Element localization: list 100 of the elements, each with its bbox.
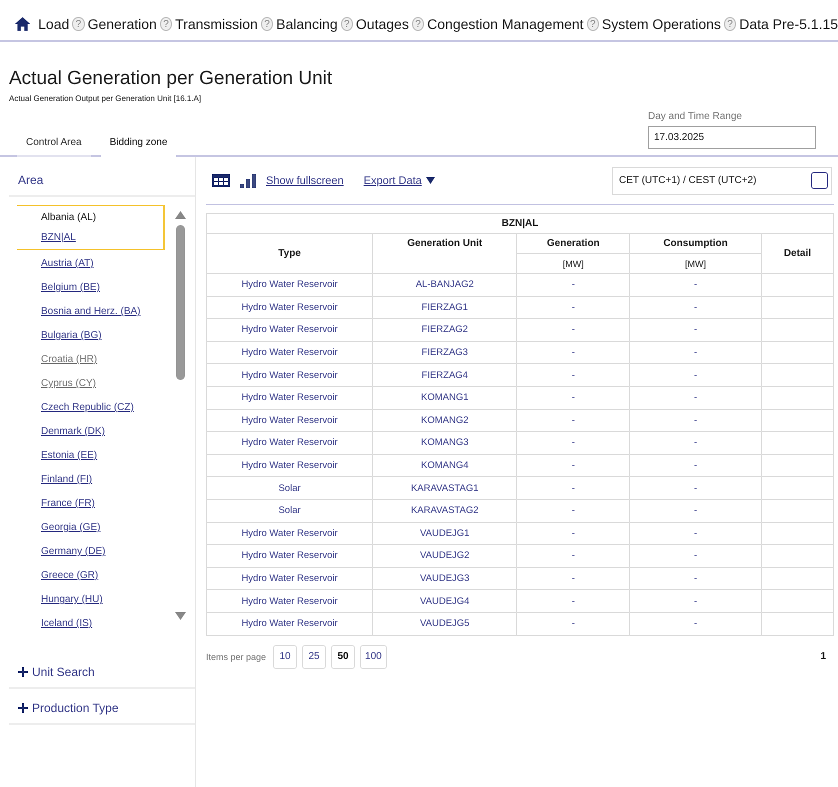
table-cell: - — [516, 499, 630, 522]
table-cell: - — [516, 476, 630, 500]
table-cell: - — [630, 318, 762, 342]
nav-link[interactable]: Data Pre-5.1.15 — [739, 16, 838, 32]
table-cell: - — [516, 318, 630, 342]
table-cell: - — [630, 544, 762, 568]
table-cell: - — [630, 522, 762, 545]
area-link[interactable]: Czech Republic (CZ) — [41, 402, 173, 413]
table-cell: Hydro Water Reservoir — [206, 274, 373, 296]
table-cell: VAUDEJG4 — [372, 590, 517, 612]
nav-link[interactable]: Load — [38, 16, 70, 32]
table-cell: Hydro Water Reservoir — [206, 590, 373, 612]
table-cell: - — [630, 454, 762, 477]
table-cell: Hydro Water Reservoir — [206, 364, 373, 386]
items-per-page-label: Items per page — [206, 652, 266, 662]
timezone-checkbox[interactable] — [811, 172, 828, 189]
fullscreen-link[interactable]: Show fullscreen — [266, 174, 344, 186]
table-cell: - — [516, 522, 630, 545]
timezone-label: CET (UTC+1) / CEST (UTC+2) — [619, 175, 756, 186]
table-cell: - — [516, 296, 630, 319]
table-cell: - — [516, 612, 630, 635]
area-link[interactable]: Greece (GR) — [41, 570, 173, 581]
column-header: Generation Unit — [372, 234, 517, 274]
table-cell: - — [516, 454, 630, 477]
nav-link[interactable]: System Operations — [602, 16, 721, 32]
area-link[interactable]: Georgia (GE) — [41, 522, 173, 533]
table-cell: FIERZAG4 — [372, 364, 517, 386]
area-link[interactable]: Finland (FI) — [41, 474, 173, 485]
page-size-button[interactable]: 50 — [331, 644, 356, 668]
date-range-label: Day and Time Range — [648, 111, 743, 122]
home-icon[interactable] — [14, 15, 32, 33]
export-data-link[interactable]: Export Data — [364, 174, 435, 186]
area-link[interactable]: Bulgaria (BG) — [41, 330, 173, 341]
table-cell: FIERZAG3 — [372, 341, 517, 364]
area-link[interactable]: Belgium (BE) — [41, 282, 173, 293]
area-link[interactable]: France (FR) — [41, 498, 173, 509]
table-cell: Hydro Water Reservoir — [206, 318, 373, 342]
nav-link[interactable]: Generation — [88, 16, 157, 32]
area-link[interactable]: Germany (DE) — [41, 546, 173, 557]
table-cell: Hydro Water Reservoir — [206, 522, 373, 545]
table-cell: - — [516, 544, 630, 568]
area-link[interactable]: Austria (AT) — [41, 258, 173, 269]
nav-link[interactable]: Transmission — [175, 16, 258, 32]
table-cell: AL-BANJAG2 — [372, 274, 517, 296]
table-cell: - — [516, 386, 630, 410]
area-tab[interactable]: Bidding zone — [100, 137, 176, 157]
table-cell: - — [516, 341, 630, 364]
table-cell: Hydro Water Reservoir — [206, 612, 373, 635]
table-cell: VAUDEJG3 — [372, 567, 517, 590]
selected-area[interactable]: Albania (AL) BZN|AL — [17, 205, 165, 250]
table-cell: Hydro Water Reservoir — [206, 341, 373, 364]
table-cell: - — [630, 341, 762, 364]
caret-icon — [426, 177, 435, 184]
area-link[interactable]: Estonia (EE) — [41, 450, 173, 461]
table-cell: KARAVASTAG1 — [372, 476, 517, 500]
table-cell: - — [630, 499, 762, 522]
table-cell: Solar — [206, 476, 373, 500]
table-cell: - — [630, 567, 762, 590]
table-cell: KOMANG4 — [372, 454, 517, 477]
table-cell: - — [630, 364, 762, 386]
table-cell: Hydro Water Reservoir — [206, 296, 373, 319]
table-cell: FIERZAG1 — [372, 296, 517, 319]
area-link[interactable]: Denmark (DK) — [41, 426, 173, 437]
table-cell: Hydro Water Reservoir — [206, 544, 373, 568]
table-view-icon[interactable] — [212, 174, 230, 187]
scrollbar-thumb[interactable] — [176, 225, 184, 380]
table-cell: Hydro Water Reservoir — [206, 386, 373, 410]
column-header: Consumption — [630, 234, 762, 254]
area-tab[interactable]: Control Area — [17, 137, 91, 157]
area-link[interactable]: Hungary (HU) — [41, 594, 173, 605]
nav-link[interactable]: Outages — [356, 16, 409, 32]
scroll-up-icon[interactable] — [174, 211, 186, 219]
table-cell: KARAVASTAG2 — [372, 499, 517, 522]
table-cell: KOMANG1 — [372, 386, 517, 410]
table-cell: Hydro Water Reservoir — [206, 454, 373, 477]
table-cell: VAUDEJG2 — [372, 544, 517, 568]
table-cell: - — [630, 476, 762, 500]
nav-link[interactable]: Congestion Management — [427, 16, 584, 32]
table-cell: KOMANG3 — [372, 432, 517, 454]
table-cell: - — [516, 409, 630, 432]
bidding-zone-link[interactable]: BZN|AL — [41, 232, 164, 243]
table-cell: KOMANG2 — [372, 409, 517, 432]
table-cell: - — [516, 590, 630, 612]
date-field[interactable]: 17.03.2025 — [648, 126, 816, 149]
area-link[interactable]: Bosnia and Herz. (BA) — [41, 306, 173, 317]
page-size-button[interactable]: 10 — [273, 644, 298, 668]
area-link[interactable]: Iceland (IS) — [41, 618, 173, 629]
area-heading: Area — [9, 165, 195, 197]
bar-chart-icon[interactable] — [240, 174, 256, 188]
page-size-button[interactable]: 25 — [302, 644, 326, 668]
scroll-down-icon[interactable] — [174, 612, 186, 620]
page-title: Actual Generation per Generation Unit — [9, 68, 334, 90]
table-cell: FIERZAG2 — [372, 318, 517, 342]
column-header: Generation — [516, 234, 630, 254]
column-header: Detail — [761, 234, 834, 274]
column-header: Type — [206, 234, 373, 274]
page-size-button[interactable]: 100 — [360, 644, 387, 668]
table-cell: VAUDEJG5 — [372, 612, 517, 635]
page-number: 1 — [820, 651, 826, 662]
nav-link[interactable]: Balancing — [276, 16, 338, 32]
